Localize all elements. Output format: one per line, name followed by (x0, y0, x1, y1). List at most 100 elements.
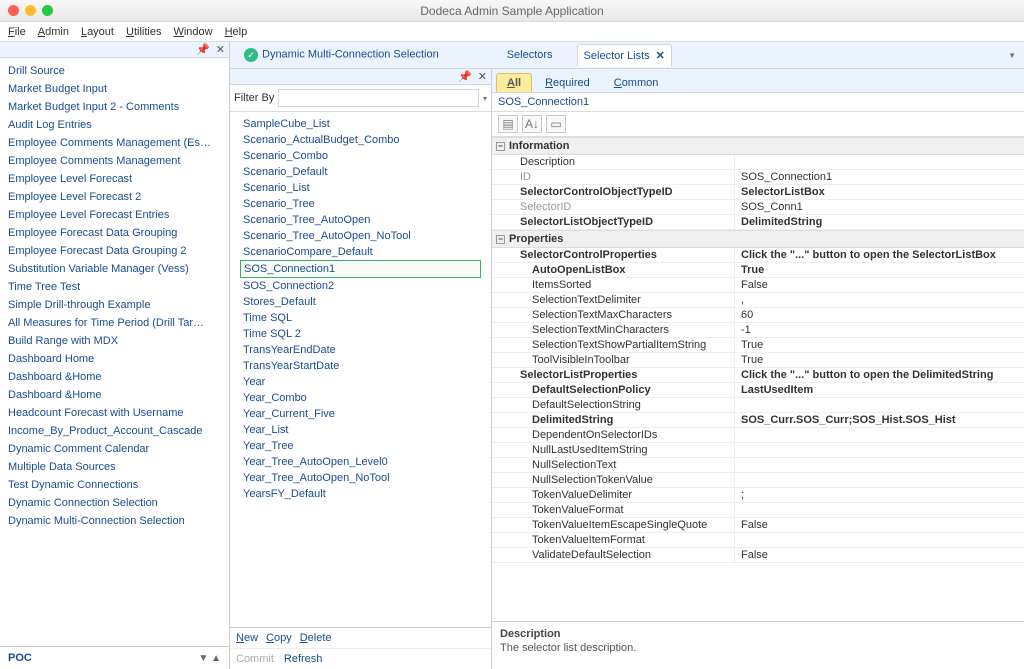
left-list-item[interactable]: Dynamic Comment Calendar (6, 440, 223, 458)
property-value[interactable]: SelectorListBox (735, 185, 1024, 199)
left-list-item[interactable]: Headcount Forecast with Username (6, 404, 223, 422)
property-value[interactable] (735, 473, 1024, 487)
property-pages-icon[interactable]: ▭ (546, 115, 566, 133)
property-value[interactable]: , (735, 293, 1024, 307)
pin-icon[interactable]: 📌 (458, 70, 472, 83)
property-category[interactable]: −Properties (492, 230, 1024, 248)
menu-help[interactable]: Help (225, 26, 248, 38)
selector-list-item[interactable]: Scenario_Tree_AutoOpen_NoTool (240, 228, 481, 244)
property-row[interactable]: SelectorControlObjectTypeIDSelectorListB… (492, 185, 1024, 200)
selector-list-item[interactable]: Year_Tree_AutoOpen_Level0 (240, 454, 481, 470)
left-list-item[interactable]: Employee Forecast Data Grouping 2 (6, 242, 223, 260)
property-row[interactable]: DefaultSelectionPolicyLastUsedItem (492, 383, 1024, 398)
property-value[interactable]: -1 (735, 323, 1024, 337)
property-value[interactable] (735, 458, 1024, 472)
property-row[interactable]: TokenValueFormat (492, 503, 1024, 518)
property-row[interactable]: NullLastUsedItemString (492, 443, 1024, 458)
subtab-all[interactable]: All (496, 73, 532, 92)
property-value[interactable]: LastUsedItem (735, 383, 1024, 397)
selector-list-item[interactable]: Scenario_List (240, 180, 481, 196)
subtab-required[interactable]: Required (534, 73, 601, 92)
chevron-icon[interactable]: ▼ ▲ (198, 653, 221, 664)
left-list-item[interactable]: Simple Drill-through Example (6, 296, 223, 314)
left-list-item[interactable]: Employee Level Forecast 2 (6, 188, 223, 206)
left-list-item[interactable]: All Measures for Time Period (Drill Tar… (6, 314, 223, 332)
property-row[interactable]: NullSelectionText (492, 458, 1024, 473)
selector-list-item[interactable]: TransYearEndDate (240, 342, 481, 358)
selector-list-item[interactable]: Scenario_Tree (240, 196, 481, 212)
property-row[interactable]: ToolVisibleInToolbarTrue (492, 353, 1024, 368)
property-row[interactable]: DefaultSelectionString (492, 398, 1024, 413)
menu-window[interactable]: Window (173, 26, 212, 38)
property-row[interactable]: AutoOpenListBoxTrue (492, 263, 1024, 278)
collapse-icon[interactable]: − (496, 142, 505, 151)
property-row[interactable]: ValidateDefaultSelectionFalse (492, 548, 1024, 563)
selector-list-item[interactable]: SOS_Connection1 (240, 260, 481, 278)
selector-list-item[interactable]: Year (240, 374, 481, 390)
property-value[interactable]: False (735, 548, 1024, 562)
selector-list-item[interactable]: YearsFY_Default (240, 486, 481, 502)
property-grid[interactable]: −InformationDescriptionIDSOS_Connection1… (492, 137, 1024, 621)
filter-dropdown-icon[interactable]: ▾ (483, 94, 487, 103)
selector-list-item[interactable]: Scenario_Tree_AutoOpen (240, 212, 481, 228)
property-row[interactable]: SelectorIDSOS_Conn1 (492, 200, 1024, 215)
property-row[interactable]: TokenValueItemEscapeSingleQuoteFalse (492, 518, 1024, 533)
selector-list-item[interactable]: Scenario_Default (240, 164, 481, 180)
selector-list-item[interactable]: Scenario_Combo (240, 148, 481, 164)
new-button[interactable]: New (236, 632, 258, 644)
left-list-item[interactable]: Dashboard &Home (6, 386, 223, 404)
selector-list-item[interactable]: Year_Current_Five (240, 406, 481, 422)
selector-list-items[interactable]: SampleCube_ListScenario_ActualBudget_Com… (230, 112, 491, 627)
property-row[interactable]: TokenValueItemFormat (492, 533, 1024, 548)
selector-list-item[interactable]: Year_List (240, 422, 481, 438)
left-list-item[interactable]: Multiple Data Sources (6, 458, 223, 476)
selector-list-item[interactable]: SampleCube_List (240, 116, 481, 132)
property-row[interactable]: SelectorListPropertiesClick the "..." bu… (492, 368, 1024, 383)
left-list-item[interactable]: Employee Level Forecast (6, 170, 223, 188)
property-value[interactable] (735, 443, 1024, 457)
left-list-item[interactable]: Dynamic Connection Selection (6, 494, 223, 512)
delete-button[interactable]: Delete (300, 632, 332, 644)
property-value[interactable]: True (735, 263, 1024, 277)
property-value[interactable]: SOS_Connection1 (735, 170, 1024, 184)
pin-icon[interactable]: 📌 (196, 43, 210, 56)
property-value[interactable]: False (735, 518, 1024, 532)
property-value[interactable]: ; (735, 488, 1024, 502)
property-value[interactable] (735, 398, 1024, 412)
property-value[interactable]: 60 (735, 308, 1024, 322)
property-row[interactable]: DependentOnSelectorIDs (492, 428, 1024, 443)
property-row[interactable]: SelectorControlPropertiesClick the "..."… (492, 248, 1024, 263)
left-list[interactable]: Drill SourceMarket Budget InputMarket Bu… (0, 58, 229, 646)
left-list-item[interactable]: Employee Forecast Data Grouping (6, 224, 223, 242)
refresh-button[interactable]: Refresh (284, 653, 323, 665)
property-row[interactable]: SelectorListObjectTypeIDDelimitedString (492, 215, 1024, 230)
left-list-item[interactable]: Build Range with MDX (6, 332, 223, 350)
tab-selector-lists[interactable]: Selector Lists✕ (577, 44, 672, 67)
menu-admin[interactable]: Admin (38, 26, 69, 38)
selector-list-item[interactable]: Stores_Default (240, 294, 481, 310)
property-row[interactable]: DelimitedStringSOS_Curr.SOS_Curr;SOS_His… (492, 413, 1024, 428)
property-value[interactable] (735, 155, 1024, 169)
property-value[interactable]: SOS_Curr.SOS_Curr;SOS_Hist.SOS_Hist (735, 413, 1024, 427)
filter-input[interactable] (278, 89, 479, 107)
selector-list-item[interactable]: Time SQL 2 (240, 326, 481, 342)
menu-file[interactable]: File (8, 26, 26, 38)
left-list-item[interactable]: Market Budget Input (6, 80, 223, 98)
property-row[interactable]: NullSelectionTokenValue (492, 473, 1024, 488)
property-row[interactable]: SelectionTextMaxCharacters60 (492, 308, 1024, 323)
property-category[interactable]: −Information (492, 137, 1024, 155)
property-row[interactable]: SelectionTextShowPartialItemStringTrue (492, 338, 1024, 353)
property-value[interactable] (735, 428, 1024, 442)
left-list-item[interactable]: Dashboard &Home (6, 368, 223, 386)
menu-utilities[interactable]: Utilities (126, 26, 161, 38)
selector-list-item[interactable]: TransYearStartDate (240, 358, 481, 374)
selector-list-item[interactable]: Time SQL (240, 310, 481, 326)
selector-list-item[interactable]: Year_Tree_AutoOpen_NoTool (240, 470, 481, 486)
property-row[interactable]: SelectionTextMinCharacters-1 (492, 323, 1024, 338)
subtab-common[interactable]: Common (603, 73, 670, 92)
property-value[interactable]: DelimitedString (735, 215, 1024, 229)
left-list-item[interactable]: Dynamic Multi-Connection Selection (6, 512, 223, 530)
collapse-icon[interactable]: − (496, 235, 505, 244)
property-row[interactable]: TokenValueDelimiter; (492, 488, 1024, 503)
left-list-item[interactable]: Substitution Variable Manager (Vess) (6, 260, 223, 278)
